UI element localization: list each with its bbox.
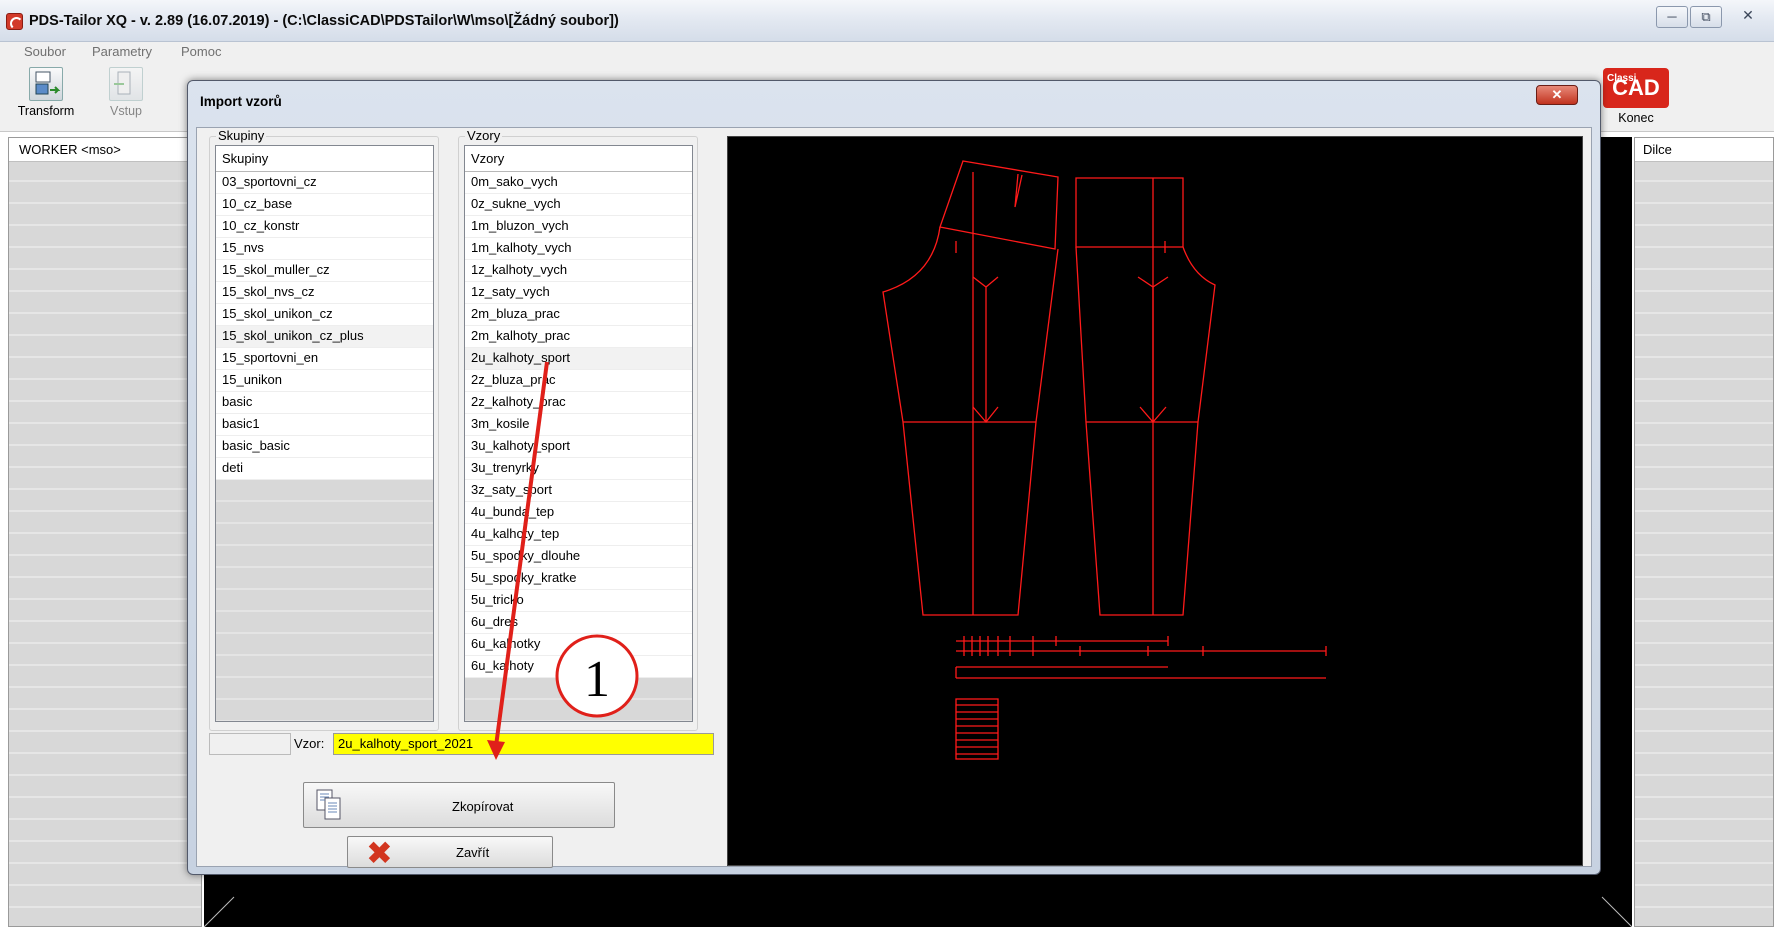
vzor-spacer [209, 733, 291, 755]
menu-parametry[interactable]: Parametry [92, 44, 152, 59]
close-x-icon: ✖ [366, 834, 393, 872]
skupiny-list-item[interactable]: 10_cz_base [216, 194, 433, 216]
copy-button-label: Zkopírovat [452, 799, 514, 814]
vzory-list-item[interactable]: 5u_tricko [465, 590, 692, 612]
skupiny-list[interactable]: Skupiny 03_sportovni_cz 10_cz_base 10_cz_k… [215, 145, 434, 722]
worker-panel[interactable]: WORKER <mso> [8, 137, 202, 927]
vzory-list-item[interactable]: 4u_kalhoty_tep [465, 524, 692, 546]
vzory-list-item[interactable]: 3u_trenyrky [465, 458, 692, 480]
konec-button[interactable]: Classi CAD Konec [1596, 64, 1676, 128]
skupiny-caption: Skupiny [216, 128, 267, 143]
vzory-list-item[interactable]: 6u_kalhotky [465, 634, 692, 656]
app-icon [6, 13, 23, 30]
vzory-group: Vzory Vzory 0m_sako_vych 0z_sukne_vych 1m_… [458, 128, 698, 731]
vzory-list-item[interactable]: 1m_bluzon_vych [465, 216, 692, 238]
window-close-button[interactable]: ✕ [1728, 6, 1768, 28]
skupiny-empty-area [216, 480, 433, 721]
vstup-button[interactable]: Vstup [96, 64, 156, 128]
skupiny-list-item[interactable]: 15_skol_nvs_cz [216, 282, 433, 304]
skupiny-group: Skupiny Skupiny 03_sportovni_cz 10_cz_bas… [209, 128, 439, 731]
vzory-list-item[interactable]: 2m_bluza_prac [465, 304, 692, 326]
vzory-list[interactable]: Vzory 0m_sako_vych 0z_sukne_vych 1m_bluzon… [464, 145, 693, 722]
vzory-caption: Vzory [465, 128, 503, 143]
import-dialog: Import vzorů ✕ Skupiny Skupiny 03_sporto… [187, 80, 1601, 875]
skupiny-list-item[interactable]: basic [216, 392, 433, 414]
vzory-rows: 0m_sako_vych 0z_sukne_vych 1m_bluzon_vych 1… [465, 172, 692, 678]
vstup-icon [109, 67, 143, 101]
skupiny-list-item[interactable]: 03_sportovni_cz [216, 172, 433, 194]
menu-soubor[interactable]: Soubor [24, 44, 66, 59]
dialog-title: Import vzorů [200, 94, 282, 109]
vzory-list-item[interactable]: 4u_bunda_tep [465, 502, 692, 524]
vzor-label: Vzor: [294, 736, 325, 751]
konec-label: Konec [1618, 111, 1654, 125]
vzory-list-item[interactable]: 6u_dres [465, 612, 692, 634]
transform-icon [29, 67, 63, 101]
skupiny-list-item[interactable]: 10_cz_konstr [216, 216, 433, 238]
menu-bar: Soubor Parametry Pomoc [0, 42, 1774, 62]
logo-top-text: Classi [1607, 73, 1637, 84]
vstup-label: Vstup [110, 104, 142, 118]
vzory-list-item[interactable]: 0m_sako_vych [465, 172, 692, 194]
skupiny-list-item[interactable]: basic1 [216, 414, 433, 436]
transform-button[interactable]: Transform [10, 64, 82, 128]
vzory-list-item[interactable]: 3u_kalhoty_sport [465, 436, 692, 458]
vzor-input[interactable]: 2u_kalhoty_sport_2021 [333, 733, 714, 755]
vzory-list-item[interactable]: 2z_kalhoty_prac [465, 392, 692, 414]
skupiny-list-item[interactable]: basic_basic [216, 436, 433, 458]
skupiny-list-item[interactable]: 15_skol_unikon_cz_plus [216, 326, 433, 348]
skupiny-list-item[interactable]: 15_nvs [216, 238, 433, 260]
vzory-list-item[interactable]: 1z_saty_vych [465, 282, 692, 304]
copy-icon [316, 789, 341, 820]
vzory-empty-area [465, 678, 692, 721]
dilce-panel[interactable]: Dilce [1634, 137, 1774, 927]
dialog-close-button[interactable]: ✕ [1536, 85, 1578, 105]
vzory-list-item[interactable]: 1m_kalhoty_vych [465, 238, 692, 260]
trouser-pattern-drawing [882, 160, 1327, 760]
vzory-list-item[interactable]: 0z_sukne_vych [465, 194, 692, 216]
menu-pomoc[interactable]: Pomoc [181, 44, 221, 59]
close-button-label: Zavřít [456, 845, 490, 860]
vzory-list-item[interactable]: 3z_saty_sport [465, 480, 692, 502]
title-bar: PDS-Tailor XQ - v. 2.89 (16.07.2019) - (… [0, 0, 1774, 42]
skupiny-column-header[interactable]: Skupiny [216, 146, 433, 172]
skupiny-list-item[interactable]: 15_skol_unikon_cz [216, 304, 433, 326]
vzory-list-item[interactable]: 6u_kalhoty [465, 656, 692, 678]
transform-label: Transform [17, 104, 75, 118]
vzory-list-item[interactable]: 1z_kalhoty_vych [465, 260, 692, 282]
close-button[interactable]: ✖ Zavřít [347, 834, 553, 872]
minimize-button[interactable]: ─ [1656, 6, 1688, 28]
vzor-row: Vzor: 2u_kalhoty_sport_2021 [209, 733, 714, 755]
skupiny-list-item[interactable]: 15_sportovni_en [216, 348, 433, 370]
dilce-header: Dilce [1635, 138, 1773, 162]
copy-button[interactable]: Zkopírovat [303, 782, 615, 828]
skupiny-list-item[interactable]: 15_unikon [216, 370, 433, 392]
skupiny-list-item[interactable]: 15_skol_muller_cz [216, 260, 433, 282]
skupiny-list-item[interactable]: deti [216, 458, 433, 480]
dialog-body: Skupiny Skupiny 03_sportovni_cz 10_cz_bas… [196, 127, 1592, 872]
classicad-logo: Classi CAD [1603, 68, 1669, 108]
window-title: PDS-Tailor XQ - v. 2.89 (16.07.2019) - (… [29, 13, 619, 29]
pattern-preview[interactable] [727, 136, 1583, 866]
vzory-list-item[interactable]: 2z_bluza_prac [465, 370, 692, 392]
worker-header: WORKER <mso> [9, 138, 201, 162]
restore-button[interactable]: ⧉ [1690, 6, 1722, 28]
vzory-list-item[interactable]: 5u_spodky_dlouhe [465, 546, 692, 568]
vzory-list-item[interactable]: 2u_kalhoty_sport [465, 348, 692, 370]
vzory-list-item[interactable]: 2m_kalhoty_prac [465, 326, 692, 348]
vzory-column-header[interactable]: Vzory [465, 146, 692, 172]
vzory-list-item[interactable]: 3m_kosile [465, 414, 692, 436]
vzory-list-item[interactable]: 5u_spodky_kratke [465, 568, 692, 590]
skupiny-rows: 03_sportovni_cz 10_cz_base 10_cz_konstr 15_… [216, 172, 433, 480]
